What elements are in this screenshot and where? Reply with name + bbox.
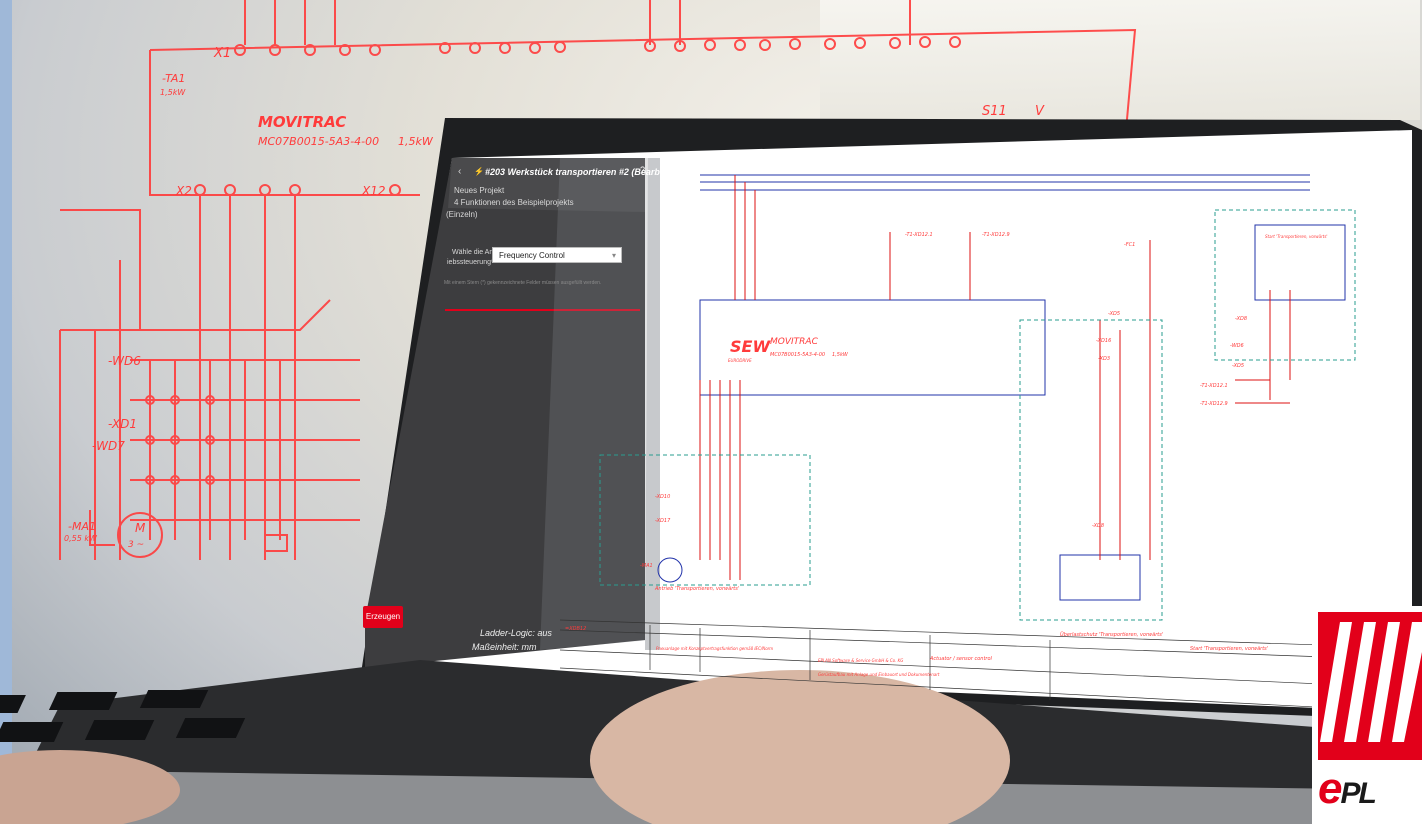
unit-status: Maßeinheit: mm [472,642,537,652]
dialog-title: #203 Werkstück transportieren #2 (Bearbe… [485,167,684,177]
back-chevron-icon[interactable]: ‹ [458,166,461,177]
breadcrumb-single: (Einzeln) [446,210,478,219]
breadcrumb-project[interactable]: Neues Projekt [454,186,504,195]
laptop [0,118,1422,824]
drive-control-select[interactable]: Frequency Control ▾ [492,247,622,263]
eplan-pl: PL [1340,777,1376,810]
help-icon[interactable]: ? [640,165,645,175]
breadcrumb-functions[interactable]: 4 Funktionen des Beispielprojekts [454,198,574,207]
ladder-logic-status: Ladder-Logic: aus [480,628,552,638]
lightning-icon: ⚡ [474,167,484,176]
generate-button[interactable]: Erzeugen [363,606,403,628]
eplan-e: e [1318,764,1343,813]
field-label-line1: Wähle die Antr [452,249,498,256]
eplan-wordmark: ePL [1318,764,1377,814]
photo-scene: -TA1 1,5kW X1 MOVITRAC MC07B0015-5A3-4-0… [0,0,1422,824]
field-label-line2: iebssteuerung* [447,259,494,266]
eplan-logo-mark [1318,612,1422,760]
required-hint: Mit einem Stern (*) gekennzeichnete Feld… [444,280,602,286]
chevron-down-icon: ▾ [611,251,616,260]
drive-control-value: Frequency Control [499,251,565,260]
